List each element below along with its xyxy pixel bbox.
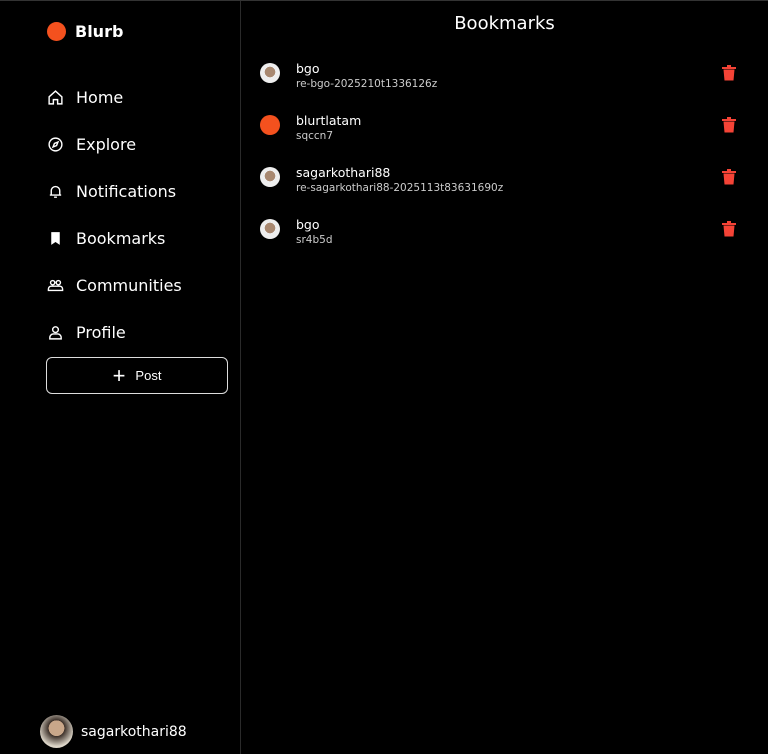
nav-label: Communities bbox=[76, 276, 182, 295]
nav-item-home[interactable]: Home bbox=[47, 74, 182, 121]
bell-icon bbox=[49, 185, 62, 198]
avatar bbox=[40, 715, 73, 748]
avatar bbox=[260, 219, 280, 239]
avatar bbox=[260, 115, 280, 135]
nav-item-communities[interactable]: Communities bbox=[47, 262, 182, 309]
nav-item-notifications[interactable]: Notifications bbox=[47, 168, 182, 215]
current-user[interactable]: sagarkothari88 bbox=[40, 715, 187, 748]
permlink[interactable]: re-bgo-2025210t1336126z bbox=[296, 78, 437, 90]
list-item[interactable]: bgo re-bgo-2025210t1336126z bbox=[241, 59, 768, 111]
main: Bookmarks bgo re-bgo-2025210t1336126z bl… bbox=[241, 1, 768, 246]
trash-icon[interactable] bbox=[722, 117, 736, 133]
avatar bbox=[260, 167, 280, 187]
home-icon bbox=[48, 90, 63, 105]
username: sagarkothari88 bbox=[81, 723, 187, 740]
bookmark-icon bbox=[51, 232, 60, 245]
plus-icon: + bbox=[112, 362, 126, 388]
trash-icon[interactable] bbox=[722, 65, 736, 81]
nav-label: Notifications bbox=[76, 182, 177, 201]
blurt-logo-icon bbox=[47, 22, 66, 41]
list-item[interactable]: blurtlatam sqccn7 bbox=[241, 111, 768, 163]
list-item[interactable]: sagarkothari88 re-sagarkothari88-2025113… bbox=[241, 163, 768, 215]
author[interactable]: sagarkothari88 bbox=[296, 165, 390, 180]
permlink[interactable]: re-sagarkothari88-2025113t83631690z bbox=[296, 182, 503, 194]
post-button[interactable]: + Post bbox=[46, 357, 228, 394]
author[interactable]: bgo bbox=[296, 217, 320, 232]
nav-label: Bookmarks bbox=[76, 229, 166, 248]
post-label: Post bbox=[135, 368, 162, 383]
permlink[interactable]: sqccn7 bbox=[296, 130, 333, 142]
sidebar: Blurb Home Explore Notifications Bookmar… bbox=[0, 1, 241, 754]
nav-label: Home bbox=[76, 88, 124, 107]
nav-label: Explore bbox=[76, 135, 137, 154]
list-item[interactable]: bgo sr4b5d bbox=[241, 215, 768, 267]
logo[interactable]: Blurb bbox=[47, 22, 123, 41]
people-icon bbox=[47, 279, 64, 292]
author[interactable]: bgo bbox=[296, 61, 320, 76]
nav-item-explore[interactable]: Explore bbox=[47, 121, 182, 168]
nav-label: Profile bbox=[76, 323, 126, 342]
trash-icon[interactable] bbox=[722, 169, 736, 185]
app-name: Blurb bbox=[75, 22, 124, 41]
person-icon bbox=[49, 326, 62, 340]
permlink[interactable]: sr4b5d bbox=[296, 234, 332, 246]
author[interactable]: blurtlatam bbox=[296, 113, 361, 128]
avatar bbox=[260, 63, 280, 83]
nav: Home Explore Notifications Bookmarks Com… bbox=[47, 74, 182, 356]
nav-item-bookmarks[interactable]: Bookmarks bbox=[47, 215, 182, 262]
bookmark-list: bgo re-bgo-2025210t1336126z blurtlatam s… bbox=[241, 59, 768, 267]
compass-icon bbox=[48, 137, 63, 152]
trash-icon[interactable] bbox=[722, 221, 736, 237]
nav-item-profile[interactable]: Profile bbox=[47, 309, 182, 356]
page-title: Bookmarks bbox=[454, 13, 555, 34]
